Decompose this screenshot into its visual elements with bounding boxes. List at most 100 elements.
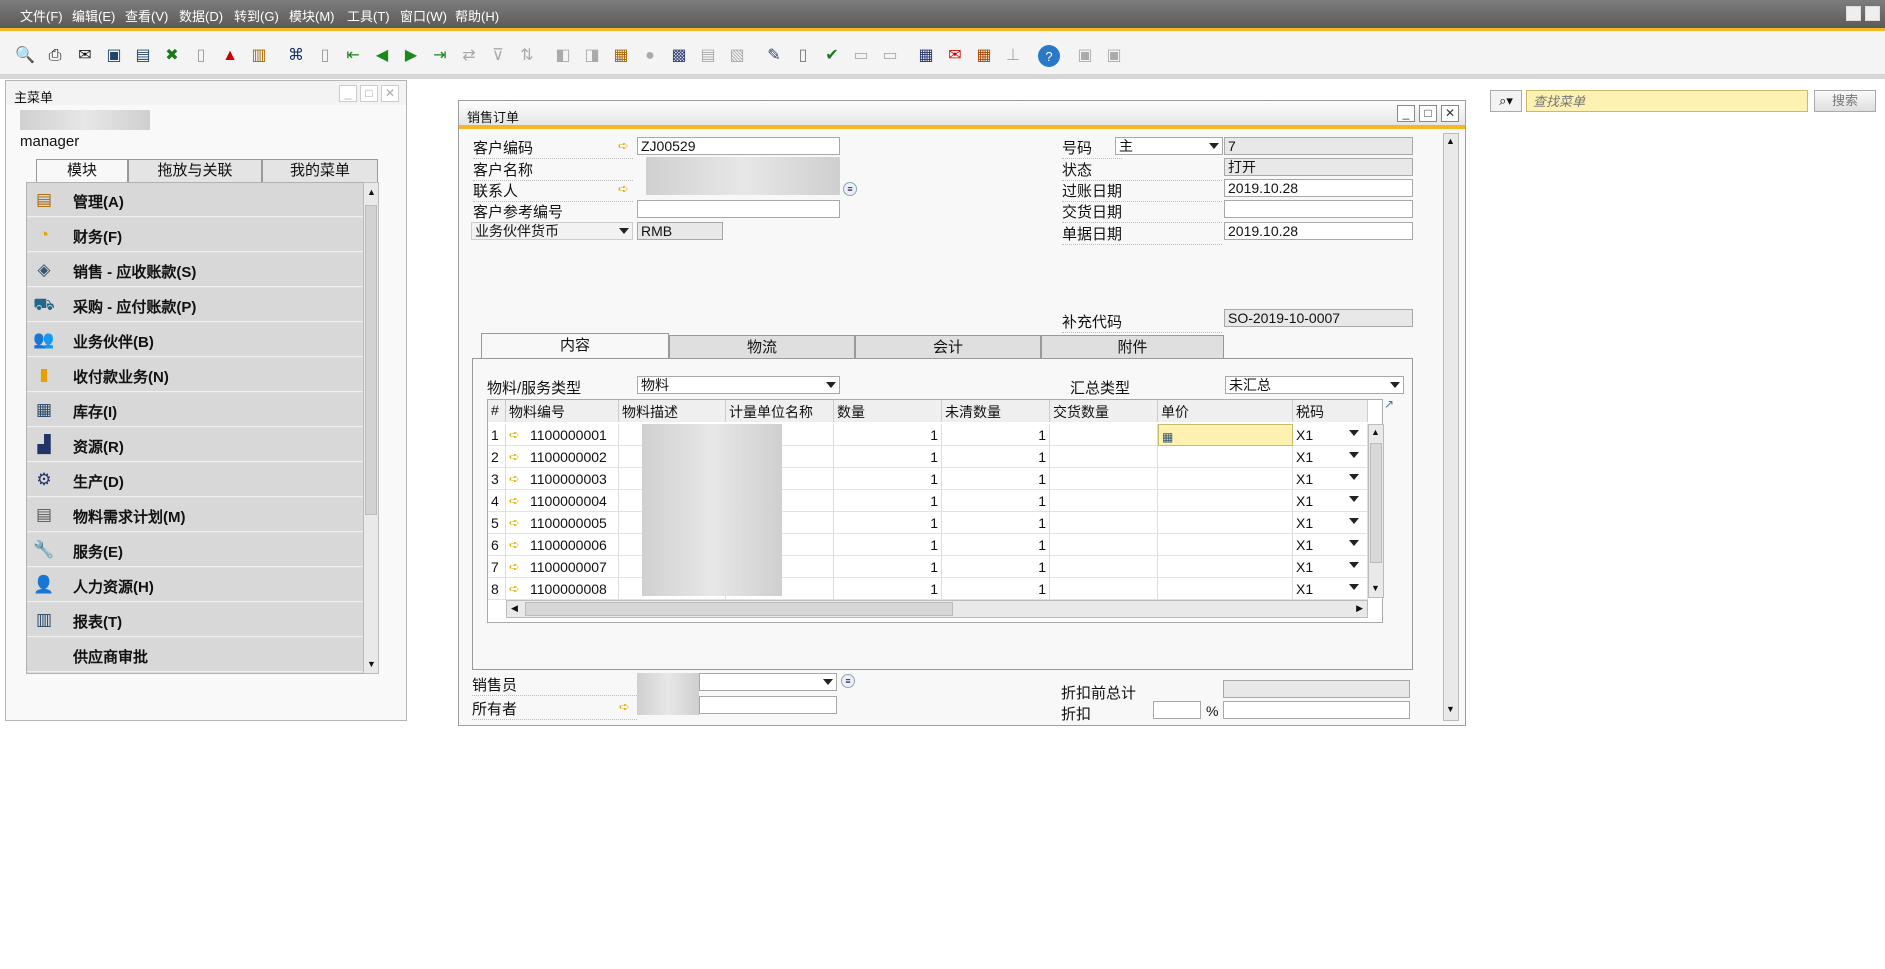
email-icon[interactable]: ✉ — [74, 45, 96, 67]
module-production[interactable]: ⚙ 生产(D) — [27, 463, 365, 497]
quantity-cell[interactable]: 1 — [834, 468, 942, 490]
module-service[interactable]: 🔧 服务(E) — [27, 533, 365, 567]
fax-icon[interactable]: ▤ — [132, 45, 154, 67]
salesperson-dropdown[interactable] — [699, 673, 837, 691]
link-arrow-icon[interactable]: ➪ — [509, 538, 526, 551]
tab-drag-relate[interactable]: 拖放与关联 — [128, 159, 262, 183]
settings-icon[interactable]: ▣ — [1074, 45, 1096, 67]
scroll-thumb[interactable] — [365, 205, 377, 515]
journal-icon[interactable]: ▩ — [668, 45, 690, 67]
unit-price-cell[interactable] — [1158, 534, 1293, 556]
unit-price-cell[interactable] — [1158, 578, 1293, 600]
module-supplier-approval[interactable]: 供应商审批 — [27, 638, 365, 672]
calendar-icon[interactable]: ▦ — [915, 45, 937, 67]
scroll-thumb[interactable] — [1370, 443, 1382, 563]
menu-help[interactable]: 帮助(H) — [455, 6, 499, 25]
search-input[interactable] — [1526, 90, 1808, 112]
calculator-icon[interactable]: ▦ — [973, 45, 995, 67]
col-header-unit-price[interactable]: 单价 — [1158, 400, 1293, 422]
scroll-down-icon[interactable]: ▼ — [1446, 704, 1455, 714]
quantity-cell[interactable]: 1 — [834, 534, 942, 556]
export-icon[interactable]: ▣ — [1103, 45, 1125, 67]
tax-code-cell[interactable]: X1 — [1293, 578, 1368, 600]
tax-code-cell[interactable]: X1 — [1293, 446, 1368, 468]
app-restore-icon[interactable] — [1865, 6, 1880, 21]
sms-icon[interactable]: ▣ — [103, 45, 125, 67]
window-scrollbar[interactable]: ▲ ▼ — [1443, 133, 1459, 721]
item-code-cell[interactable]: ➪ 1100000002 — [506, 446, 619, 468]
module-inventory[interactable]: ▦ 库存(I) — [27, 393, 365, 427]
tab-my-menu[interactable]: 我的菜单 — [262, 159, 378, 183]
word-icon[interactable]: ▯ — [190, 45, 212, 67]
scroll-down-icon[interactable]: ▼ — [1371, 583, 1380, 593]
unit-price-cell[interactable] — [1158, 512, 1293, 534]
customer-ref-field[interactable] — [637, 200, 840, 218]
search-button[interactable]: 搜索 — [1814, 90, 1876, 112]
last-record-icon[interactable]: ⇥ — [429, 45, 451, 67]
table-row[interactable]: 5 ➪ 1100000005 1 1 X1 — [488, 512, 1368, 534]
scroll-left-icon[interactable]: ◀ — [511, 603, 518, 614]
table-row[interactable]: 4 ➪ 1100000004 1 1 X1 — [488, 490, 1368, 512]
quantity-cell[interactable]: 1 — [834, 446, 942, 468]
tax-code-cell[interactable]: X1 — [1293, 512, 1368, 534]
chevron-down-icon[interactable] — [1349, 430, 1359, 436]
scroll-down-icon[interactable]: ▼ — [367, 659, 376, 669]
discount-amount-field[interactable] — [1223, 701, 1410, 719]
customer-name-field[interactable] — [646, 157, 840, 195]
discount-percent-field[interactable] — [1153, 701, 1201, 719]
close-icon[interactable]: ✕ — [381, 85, 399, 102]
sort-icon[interactable]: ⇅ — [516, 45, 538, 67]
module-hr[interactable]: 👤 人力资源(H) — [27, 568, 365, 602]
transaction-icon[interactable]: ▤ — [697, 45, 719, 67]
tab-logistics[interactable]: 物流 — [669, 335, 855, 359]
comment-icon[interactable]: ▭ — [879, 45, 901, 67]
module-list-scrollbar[interactable]: ▲ ▼ — [363, 182, 379, 674]
link-arrow-icon[interactable]: ➪ — [509, 494, 526, 507]
chevron-down-icon[interactable] — [1349, 518, 1359, 524]
menu-file[interactable]: 文件(F) — [20, 6, 63, 25]
tax-code-cell[interactable]: X1 — [1293, 556, 1368, 578]
scroll-up-icon[interactable]: ▲ — [367, 187, 376, 197]
gross-profit-icon[interactable]: ▦ — [610, 45, 632, 67]
preview-icon[interactable]: 🔍 — [14, 45, 36, 67]
minimize-icon[interactable]: _ — [339, 85, 357, 102]
module-reports[interactable]: ▥ 报表(T) — [27, 603, 365, 637]
grid-vertical-scrollbar[interactable]: ▲ ▼ — [1368, 424, 1384, 598]
table-row[interactable]: 6 ➪ 1100000006 1 1 X1 — [488, 534, 1368, 556]
item-code-cell[interactable]: ➪ 1100000008 — [506, 578, 619, 600]
salesperson-detail-icon[interactable]: ≡ — [841, 674, 855, 688]
link-arrow-icon[interactable]: ➪ — [509, 516, 526, 529]
col-header-index[interactable]: # — [488, 400, 506, 422]
approval-icon[interactable]: ▧ — [726, 45, 748, 67]
add-icon[interactable]: ▯ — [314, 45, 336, 67]
col-header-item-code[interactable]: 物料编号 — [506, 400, 619, 422]
edit-icon[interactable]: ✎ — [763, 45, 785, 67]
menu-window[interactable]: 窗口(W) — [400, 6, 447, 25]
launch-app-icon[interactable]: ▥ — [248, 45, 270, 67]
document-settings-icon[interactable]: ▯ — [792, 45, 814, 67]
col-header-uom[interactable]: 计量单位名称 — [726, 400, 834, 422]
scroll-thumb[interactable] — [525, 602, 953, 616]
unit-price-cell[interactable] — [1158, 490, 1293, 512]
col-header-quantity[interactable]: 数量 — [834, 400, 942, 422]
filter-icon[interactable]: ⊽ — [487, 45, 509, 67]
payment-means-icon[interactable]: ● — [639, 45, 661, 67]
module-sales[interactable]: ◈ 销售 - 应收账款(S) — [27, 253, 365, 287]
col-header-delivered-qty[interactable]: 交货数量 — [1050, 400, 1158, 422]
next-record-icon[interactable]: ▶ — [400, 45, 422, 67]
scroll-up-icon[interactable]: ▲ — [1371, 427, 1380, 437]
unit-price-cell[interactable] — [1158, 446, 1293, 468]
unit-price-cell[interactable] — [1158, 468, 1293, 490]
posting-date-field[interactable]: 2019.10.28 — [1224, 179, 1413, 197]
search-scope-dropdown[interactable]: ⌕▾ — [1490, 90, 1522, 112]
document-date-field[interactable]: 2019.10.28 — [1224, 222, 1413, 240]
menu-modules[interactable]: 模块(M) — [289, 6, 335, 25]
col-header-tax-code[interactable]: 税码 — [1293, 400, 1368, 422]
module-resources[interactable]: ▟ 资源(R) — [27, 428, 365, 462]
module-purchasing[interactable]: ⛟ 采购 - 应付账款(P) — [27, 288, 365, 322]
item-code-cell[interactable]: ➪ 1100000006 — [506, 534, 619, 556]
item-type-dropdown[interactable]: 物料 — [637, 376, 840, 394]
owner-field[interactable] — [699, 696, 837, 714]
module-banking[interactable]: ▮ 收付款业务(N) — [27, 358, 365, 392]
find-icon[interactable]: ⌘ — [285, 45, 307, 67]
